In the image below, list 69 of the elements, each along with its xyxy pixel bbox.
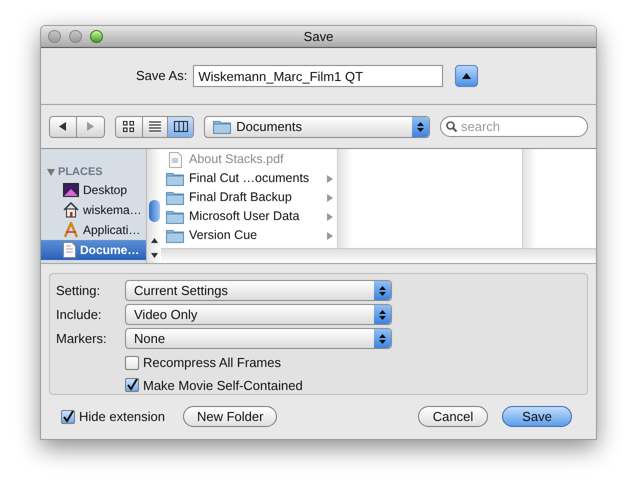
list-icon bbox=[148, 121, 161, 132]
horizontal-scrollbar[interactable] bbox=[161, 248, 596, 263]
column-resize-handle[interactable] bbox=[523, 149, 537, 248]
default-button[interactable]: Save bbox=[502, 406, 572, 427]
option-popup[interactable]: None bbox=[125, 328, 392, 349]
location-popup[interactable]: Documents bbox=[204, 116, 430, 138]
chevron-icon bbox=[327, 232, 333, 240]
folder-icon bbox=[166, 190, 184, 204]
save-as-label: Save As: bbox=[136, 67, 188, 86]
filename-field[interactable]: Wiskemann_Marc_Film1 QT bbox=[193, 65, 444, 87]
checkbox[interactable] bbox=[125, 356, 139, 370]
option-popup[interactable]: Video Only bbox=[125, 304, 392, 325]
folder-icon bbox=[166, 210, 184, 224]
chevron-icon bbox=[327, 212, 333, 220]
stepper-icon bbox=[374, 305, 391, 324]
sidebar-heading: PLACES bbox=[58, 164, 103, 180]
file-row[interactable]: Microsoft User Data bbox=[161, 207, 337, 226]
close-button[interactable] bbox=[48, 30, 61, 43]
search-field[interactable]: search bbox=[440, 116, 588, 137]
checkbox-label: Recompress All Frames bbox=[143, 354, 281, 372]
location-label: Documents bbox=[236, 118, 302, 136]
sidebar-item[interactable]: Docume… bbox=[41, 240, 146, 260]
stepper-icon bbox=[374, 329, 391, 348]
minimize-button[interactable] bbox=[69, 30, 82, 43]
chevron-icon bbox=[327, 174, 333, 182]
search-icon bbox=[446, 121, 457, 132]
scroll-thumb[interactable] bbox=[148, 200, 160, 222]
house-icon bbox=[63, 202, 79, 218]
checkbox-label: Hide extension bbox=[79, 408, 165, 426]
zoom-button[interactable] bbox=[90, 30, 103, 43]
option-label: Markers: bbox=[56, 330, 108, 348]
document-icon bbox=[63, 242, 76, 258]
desktop-icon bbox=[63, 183, 79, 197]
option-popup[interactable]: Current Settings bbox=[125, 280, 392, 301]
checkbox[interactable] bbox=[61, 410, 75, 424]
document-icon bbox=[168, 152, 182, 168]
triangle-icon bbox=[462, 73, 472, 79]
columns-icon bbox=[174, 121, 188, 132]
vertical-scrollbar[interactable] bbox=[146, 149, 161, 263]
sidebar-item[interactable]: Applicati… bbox=[41, 220, 146, 240]
window-title: Save bbox=[304, 28, 334, 46]
pencil-ruler-icon bbox=[63, 222, 79, 238]
grid-icon bbox=[123, 121, 134, 132]
sidebar-item[interactable]: wiskema… bbox=[41, 200, 146, 220]
view-button[interactable] bbox=[142, 116, 168, 136]
folder-icon bbox=[166, 228, 184, 242]
disclosure-button[interactable] bbox=[455, 65, 478, 87]
column-resize-handle[interactable] bbox=[338, 149, 352, 248]
disclosure-triangle-icon[interactable] bbox=[47, 168, 55, 176]
view-button[interactable] bbox=[116, 116, 142, 136]
option-label: Include: bbox=[56, 306, 103, 324]
stepper-icon bbox=[412, 116, 429, 136]
back-icon bbox=[59, 122, 66, 131]
checkbox-label: Make Movie Self-Contained bbox=[143, 376, 303, 394]
push-button[interactable]: Cancel bbox=[418, 406, 488, 427]
folder-icon bbox=[213, 120, 232, 134]
sidebar-item[interactable]: Desktop bbox=[41, 180, 146, 200]
file-row[interactable]: Final Cut …ocuments bbox=[161, 169, 337, 188]
chevron-icon bbox=[327, 194, 333, 202]
checkbox[interactable] bbox=[125, 378, 139, 392]
back-button[interactable] bbox=[50, 116, 77, 136]
file-row[interactable]: Version Cue bbox=[161, 226, 337, 245]
file-row[interactable]: Final Draft Backup bbox=[161, 188, 337, 207]
stepper-icon bbox=[374, 281, 391, 300]
push-button[interactable]: New Folder bbox=[183, 406, 278, 427]
option-label: Setting: bbox=[56, 282, 102, 300]
forward-icon bbox=[86, 122, 94, 131]
folder-icon bbox=[166, 172, 184, 186]
view-button[interactable] bbox=[167, 116, 194, 136]
